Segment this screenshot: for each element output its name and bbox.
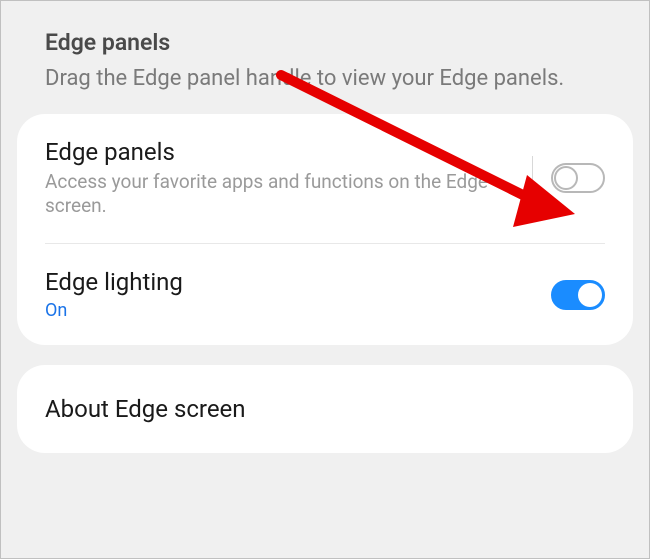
toggle-knob bbox=[554, 166, 578, 190]
edge-lighting-title: Edge lighting bbox=[45, 268, 535, 296]
edge-lighting-toggle[interactable] bbox=[551, 280, 605, 310]
row-content: Edge panels Access your favorite apps an… bbox=[45, 138, 532, 219]
settings-card: Edge panels Access your favorite apps an… bbox=[17, 114, 633, 345]
about-title: About Edge screen bbox=[45, 395, 246, 423]
toggle-wrap bbox=[532, 153, 605, 203]
about-card: About Edge screen bbox=[17, 365, 633, 453]
edge-panels-toggle[interactable] bbox=[551, 163, 605, 193]
toggle-knob bbox=[578, 283, 602, 307]
page-subtitle: Drag the Edge panel handle to view your … bbox=[45, 64, 605, 94]
row-content: Edge lighting On bbox=[45, 268, 551, 321]
edge-panels-subtitle: Access your favorite apps and functions … bbox=[45, 170, 516, 219]
about-edge-screen-row[interactable]: About Edge screen bbox=[17, 365, 633, 453]
vertical-separator bbox=[532, 156, 533, 200]
page-title: Edge panels bbox=[45, 29, 605, 56]
edge-lighting-status: On bbox=[45, 300, 535, 321]
edge-panels-row[interactable]: Edge panels Access your favorite apps an… bbox=[17, 114, 633, 243]
edge-panels-title: Edge panels bbox=[45, 138, 516, 166]
edge-lighting-row[interactable]: Edge lighting On bbox=[17, 244, 633, 345]
toggle-wrap bbox=[551, 270, 605, 320]
settings-header: Edge panels Drag the Edge panel handle t… bbox=[1, 1, 649, 114]
